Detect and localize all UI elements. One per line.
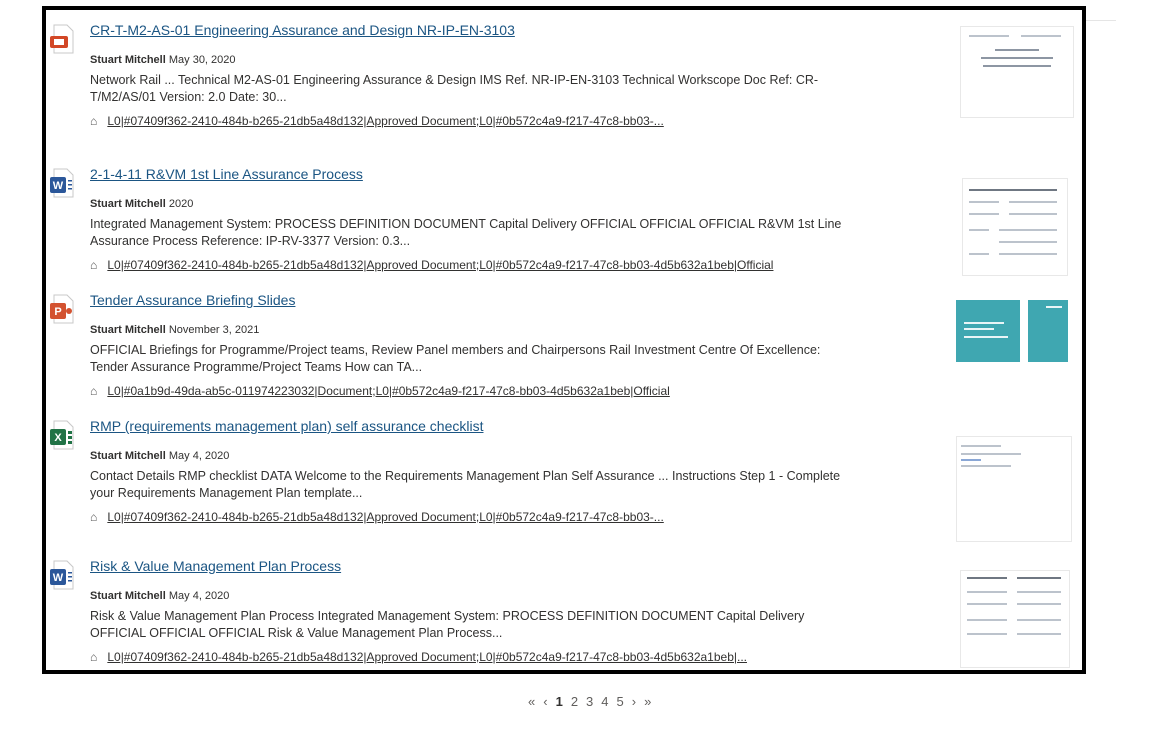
- result-title-link[interactable]: Tender Assurance Briefing Slides: [90, 292, 295, 308]
- page-4-button[interactable]: 4: [597, 694, 612, 709]
- result-tags: ⌂ L0|#07409f362-2410-484b-b265-21db5a48d…: [90, 650, 790, 664]
- result-title-link[interactable]: 2-1-4-11 R&VM 1st Line Assurance Process: [90, 166, 363, 182]
- excel-file-icon: X: [48, 420, 76, 450]
- powerpoint-file-icon: P: [48, 294, 76, 324]
- search-result: W Risk & Value Management Plan Process S…: [46, 546, 1082, 668]
- last-page-button[interactable]: »: [640, 694, 655, 709]
- page-1-button[interactable]: 1: [552, 694, 567, 709]
- result-author[interactable]: Stuart Mitchell: [90, 450, 166, 462]
- search-results-panel: CR-T-M2-AS-01 Engineering Assurance and …: [42, 6, 1086, 674]
- previous-page-button[interactable]: ‹: [539, 694, 551, 709]
- result-meta: Stuart Mitchell May 4, 2020: [90, 450, 229, 462]
- result-date: May 4, 2020: [168, 450, 230, 462]
- result-tags: ⌂ L0|#07409f362-2410-484b-b265-21db5a48d…: [90, 258, 790, 272]
- result-meta: Stuart Mitchell May 30, 2020: [90, 54, 236, 66]
- page-5-button[interactable]: 5: [613, 694, 628, 709]
- svg-text:W: W: [53, 180, 64, 192]
- pdf-file-icon: [48, 24, 76, 54]
- svg-text:W: W: [53, 572, 64, 584]
- tag-icon: ⌂: [90, 114, 98, 128]
- page-3-button[interactable]: 3: [582, 694, 597, 709]
- tag-icon: ⌂: [90, 384, 98, 398]
- result-tags: ⌂ L0|#07409f362-2410-484b-b265-21db5a48d…: [90, 510, 790, 524]
- result-author[interactable]: Stuart Mitchell: [90, 324, 166, 336]
- result-tags-link[interactable]: L0|#07409f362-2410-484b-b265-21db5a48d13…: [107, 650, 747, 664]
- tag-icon: ⌂: [90, 650, 98, 664]
- page-2-button[interactable]: 2: [567, 694, 582, 709]
- result-tags-link[interactable]: L0|#07409f362-2410-484b-b265-21db5a48d13…: [107, 114, 663, 128]
- result-author[interactable]: Stuart Mitchell: [90, 198, 166, 210]
- result-meta: Stuart Mitchell May 4, 2020: [90, 590, 229, 602]
- result-tags: ⌂ L0|#07409f362-2410-484b-b265-21db5a48d…: [90, 114, 790, 128]
- search-result: CR-T-M2-AS-01 Engineering Assurance and …: [46, 10, 1082, 132]
- result-snippet: OFFICIAL Briefings for Programme/Project…: [90, 343, 821, 374]
- tag-icon: ⌂: [90, 258, 98, 272]
- next-page-button[interactable]: ›: [628, 694, 640, 709]
- svg-text:X: X: [54, 432, 62, 444]
- result-title-link[interactable]: CR-T-M2-AS-01 Engineering Assurance and …: [90, 22, 515, 38]
- result-snippet: Network Rail ... Technical M2-AS-01 Engi…: [90, 73, 819, 104]
- result-thumbnail[interactable]: [956, 300, 1070, 364]
- result-author[interactable]: Stuart Mitchell: [90, 590, 166, 602]
- result-tags-link[interactable]: L0|#07409f362-2410-484b-b265-21db5a48d13…: [107, 258, 773, 272]
- first-page-button[interactable]: «: [524, 694, 539, 709]
- result-title-link[interactable]: RMP (requirements management plan) self …: [90, 418, 483, 434]
- result-tags-link[interactable]: L0|#0a1b9d-49da-ab5c-011974223032|Docume…: [107, 384, 669, 398]
- pagination: « ‹ 1 2 3 4 5 › »: [524, 694, 655, 709]
- tag-icon: ⌂: [90, 510, 98, 524]
- result-snippet: Risk & Value Management Plan Process Int…: [90, 609, 805, 640]
- result-date: November 3, 2021: [168, 324, 260, 336]
- result-tags: ⌂ L0|#0a1b9d-49da-ab5c-011974223032|Docu…: [90, 384, 790, 398]
- search-result: P Tender Assurance Briefing Slides Stuar…: [46, 280, 1082, 402]
- result-date: 2020: [168, 198, 194, 210]
- result-thumbnail[interactable]: [960, 26, 1074, 118]
- result-title-link[interactable]: Risk & Value Management Plan Process: [90, 558, 341, 574]
- result-meta: Stuart Mitchell November 3, 2021: [90, 324, 259, 336]
- result-meta: Stuart Mitchell 2020: [90, 198, 193, 210]
- result-thumbnail[interactable]: [962, 178, 1068, 276]
- result-author[interactable]: Stuart Mitchell: [90, 54, 166, 66]
- result-snippet: Contact Details RMP checklist DATA Welco…: [90, 469, 841, 500]
- result-tags-link[interactable]: L0|#07409f362-2410-484b-b265-21db5a48d13…: [107, 510, 663, 524]
- result-thumbnail[interactable]: [956, 436, 1072, 542]
- result-date: May 30, 2020: [168, 54, 236, 66]
- svg-text:P: P: [54, 306, 61, 318]
- result-snippet: Integrated Management System: PROCESS DE…: [90, 217, 842, 248]
- search-result: W 2-1-4-11 R&VM 1st Line Assurance Proce…: [46, 154, 1082, 276]
- search-result: X RMP (requirements management plan) sel…: [46, 406, 1082, 542]
- word-file-icon: W: [48, 560, 76, 590]
- word-file-icon: W: [48, 168, 76, 198]
- result-date: May 4, 2020: [168, 590, 230, 602]
- result-thumbnail[interactable]: [960, 570, 1070, 668]
